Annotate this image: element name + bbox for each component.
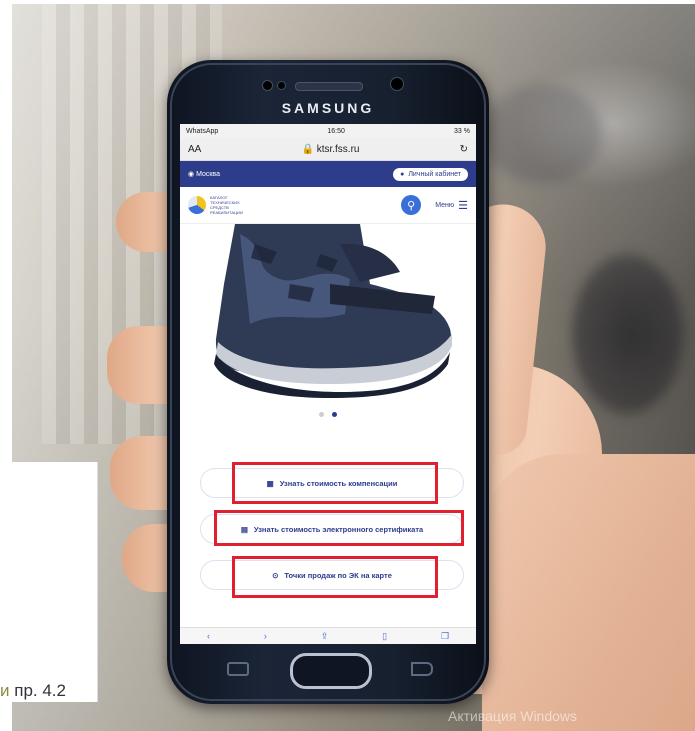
location-pin-icon: ◉ — [188, 171, 195, 178]
phone-screen: WhatsApp 16:50 33 % AA 🔒 ktsr.fss.ru ↻ ◉… — [180, 124, 476, 644]
status-battery: 33 % — [454, 127, 470, 135]
carousel-dots — [180, 412, 476, 417]
caption-text: пр. 4.2 — [14, 681, 66, 700]
site-logo[interactable]: КАТАЛОГ ТЕХНИЧЕСКИХ СРЕДСТВ РЕАБИЛИТАЦИИ — [188, 195, 256, 215]
caption-prefix: и — [0, 681, 15, 700]
address-bar[interactable]: AA 🔒 ktsr.fss.ru ↻ — [180, 138, 476, 161]
carousel-dot-active[interactable] — [332, 412, 337, 417]
boot-image — [214, 224, 452, 398]
menu-label: Меню — [435, 201, 455, 209]
lock-icon: 🔒 — [301, 143, 314, 155]
highlight-box — [232, 462, 438, 504]
bookmarks-icon[interactable]: ▯ — [382, 631, 387, 642]
figure-caption: и пр. 4.2 — [0, 681, 66, 701]
status-time: 16:50 — [327, 127, 345, 135]
status-bar: WhatsApp 16:50 33 % — [180, 124, 476, 138]
site-topbar: ◉ Москва ● Личный кабинет — [180, 161, 476, 187]
tabs-icon[interactable]: ❐ — [441, 631, 449, 642]
highlight-box — [232, 556, 438, 598]
share-icon[interactable]: ⇪ — [321, 631, 329, 642]
forward-icon[interactable]: › — [264, 631, 267, 641]
region-label: Москва — [196, 171, 220, 178]
url-text[interactable]: 🔒 ktsr.fss.ru — [301, 144, 359, 155]
status-app: WhatsApp — [186, 127, 219, 135]
earpiece-speaker — [295, 82, 363, 91]
cabinet-button[interactable]: ● Личный кабинет — [393, 167, 468, 181]
selfie-camera-icon — [390, 77, 404, 91]
region-selector[interactable]: ◉ Москва — [188, 170, 220, 178]
menu-button[interactable]: Меню ☰ — [435, 199, 468, 212]
wrist — [482, 454, 695, 731]
phone-brand: SAMSUNG — [281, 100, 375, 116]
reload-icon[interactable]: ↻ — [460, 144, 468, 155]
home-button[interactable] — [290, 653, 372, 689]
highlight-box — [214, 510, 464, 546]
windows-activation-watermark: Активация Windows — [448, 708, 578, 724]
search-icon: ⚲ — [407, 199, 416, 212]
product-gallery[interactable] — [180, 224, 476, 417]
user-icon: ● — [400, 170, 405, 178]
document-fragment — [0, 462, 98, 702]
photo-background: SAMSUNG WhatsApp 16:50 33 % AA 🔒 ktsr.fs… — [12, 4, 695, 731]
search-button[interactable]: ⚲ — [401, 195, 422, 215]
text-size-button[interactable]: AA — [188, 144, 201, 155]
carousel-dot[interactable] — [319, 412, 324, 417]
front-camera-icon — [262, 80, 273, 91]
cabinet-label: Личный кабинет — [408, 170, 461, 178]
logo-icon — [188, 196, 206, 214]
url-address: ktsr.fss.ru — [316, 143, 360, 155]
hamburger-icon: ☰ — [458, 199, 468, 212]
back-icon[interactable]: ‹ — [207, 631, 210, 641]
smartphone: SAMSUNG WhatsApp 16:50 33 % AA 🔒 ktsr.fs… — [167, 60, 489, 704]
recent-apps-key[interactable] — [227, 662, 249, 676]
logo-text: КАТАЛОГ ТЕХНИЧЕСКИХ СРЕДСТВ РЕАБИЛИТАЦИИ — [210, 195, 243, 215]
sensor-icon — [277, 81, 286, 90]
site-header: КАТАЛОГ ТЕХНИЧЕСКИХ СРЕДСТВ РЕАБИЛИТАЦИИ… — [180, 187, 476, 224]
browser-toolbar: ‹ › ⇪ ▯ ❐ — [180, 627, 476, 644]
back-key[interactable] — [411, 662, 433, 676]
